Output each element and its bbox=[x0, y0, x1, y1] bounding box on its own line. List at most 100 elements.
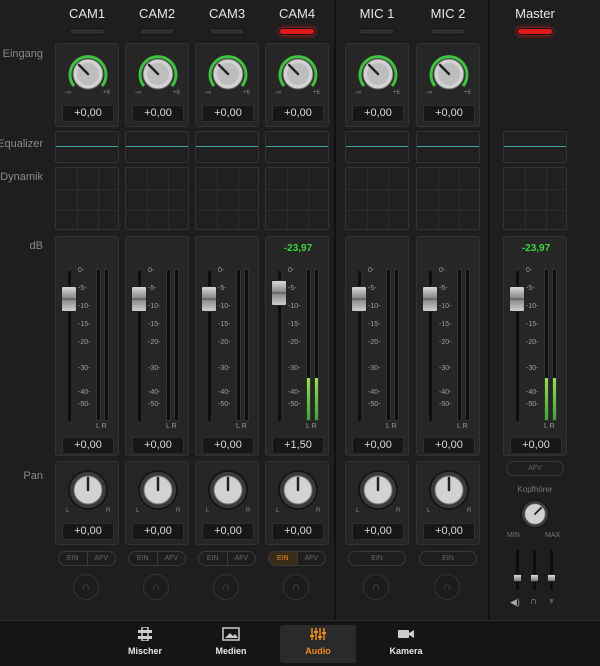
nav-tab-mischer[interactable]: Mischer bbox=[107, 625, 183, 663]
channel-cam3-input-panel: -∞ +6 +0,00 bbox=[195, 43, 259, 127]
channel-cam1-pan-knob[interactable] bbox=[66, 468, 110, 512]
channel-mic1-gain-value[interactable]: +0,00 bbox=[352, 105, 404, 122]
channel-mic1-gain-max-label: +6 bbox=[393, 90, 400, 96]
fader-scale-label: -20- bbox=[218, 339, 231, 346]
channel-cam2-pan-value[interactable]: +0,00 bbox=[132, 523, 184, 540]
channel-cam3-dynamics-display[interactable] bbox=[195, 167, 259, 230]
channel-mic2-gain-value[interactable]: +0,00 bbox=[423, 105, 475, 122]
channel-cam4-dynamics-display[interactable] bbox=[265, 167, 329, 230]
channel-cam2-pan-knob[interactable] bbox=[136, 468, 180, 512]
master-level-value[interactable]: +0,00 bbox=[510, 437, 562, 454]
headphone-mini-fader-handle[interactable] bbox=[530, 574, 539, 582]
speaker-mini-fader-handle[interactable] bbox=[513, 574, 522, 582]
fader-scale-label: -40- bbox=[218, 389, 231, 396]
headphones-volume-knob[interactable] bbox=[519, 498, 551, 530]
fader-scale-label: -50- bbox=[439, 401, 452, 408]
fader-scale-label: -20- bbox=[148, 339, 161, 346]
channel-cam4-afv-button[interactable]: AFV bbox=[296, 552, 326, 565]
master-afv-button[interactable]: AFV bbox=[506, 461, 564, 476]
channel-cam2-pan-panel: L R +0,00 bbox=[125, 461, 189, 545]
channel-cam1-level-value[interactable]: +0,00 bbox=[62, 437, 114, 454]
channel-cam4-fader-panel: -23,97 0- -5- -10- -15- -20- -30- -40- -50- L R +1… bbox=[265, 236, 329, 456]
channel-mic1-equalizer-display[interactable] bbox=[345, 131, 409, 163]
channel-mic1-ein-button[interactable]: EIN bbox=[348, 551, 406, 566]
mic-mini-fader-handle[interactable] bbox=[547, 574, 556, 582]
channel-cam4-gain-value[interactable]: +0,00 bbox=[272, 105, 324, 122]
channel-cam1-dynamics-display[interactable] bbox=[55, 167, 119, 230]
fader-scale-label: -15- bbox=[439, 321, 452, 328]
fader-scale-label: -40- bbox=[526, 389, 539, 396]
master-meter-right bbox=[552, 269, 557, 421]
channel-cam4-pan-knob[interactable] bbox=[276, 468, 320, 512]
channel-cam4-headphone-solo-button[interactable]: ∩ bbox=[283, 574, 309, 600]
fader-scale-label: -20- bbox=[368, 339, 381, 346]
master-tally-light bbox=[517, 28, 553, 35]
channel-mic1-pan-knob[interactable] bbox=[356, 468, 400, 512]
channel-cam2-headphone-solo-button[interactable]: ∩ bbox=[143, 574, 169, 600]
channel-mic1-level-value[interactable]: +0,00 bbox=[352, 437, 404, 454]
channel-cam4-pan-value[interactable]: +0,00 bbox=[272, 523, 324, 540]
channel-cam4-level-value[interactable]: +1,50 bbox=[272, 437, 324, 454]
channel-mic2-equalizer-display[interactable] bbox=[416, 131, 480, 163]
channel-cam1-pan-value[interactable]: +0,00 bbox=[62, 523, 114, 540]
headphones-icon: ∩ bbox=[292, 581, 300, 593]
channel-cam2-ein-button[interactable]: EIN bbox=[129, 552, 157, 565]
channel-cam4-fader-handle[interactable] bbox=[271, 280, 287, 306]
channel-cam3-afv-button[interactable]: AFV bbox=[226, 552, 256, 565]
channel-mic2-pan-panel: L R +0,00 bbox=[416, 461, 480, 545]
channel-mic1-dynamics-display[interactable] bbox=[345, 167, 409, 230]
channel-cam4-ein-button[interactable]: EIN bbox=[269, 552, 297, 565]
master-equalizer-display[interactable] bbox=[503, 131, 567, 163]
channel-cam4-mode-buttons: EIN AFV bbox=[268, 551, 326, 566]
channel-cam2-fader-panel: 0- -5- -10- -15- -20- -30- -40- -50- L R +0,00 bbox=[125, 236, 189, 456]
speaker-mini-fader[interactable] bbox=[516, 550, 519, 590]
channel-mic2-fader-panel: 0- -5- -10- -15- -20- -30- -40- -50- L R +0,00 bbox=[416, 236, 480, 456]
channel-mic2-input-panel: -∞ +6 +0,00 bbox=[416, 43, 480, 127]
nav-tab-medien[interactable]: Medien bbox=[193, 625, 269, 663]
channel-cam2-fader-handle[interactable] bbox=[131, 286, 147, 312]
channel-cam3-pan-knob[interactable] bbox=[206, 468, 250, 512]
channel-cam3-pan-value[interactable]: +0,00 bbox=[202, 523, 254, 540]
channel-cam1-afv-button[interactable]: AFV bbox=[86, 552, 116, 565]
channel-mic2-pan-value[interactable]: +0,00 bbox=[423, 523, 475, 540]
channel-mic1-headphone-solo-button[interactable]: ∩ bbox=[363, 574, 389, 600]
channel-cam4-equalizer-display[interactable] bbox=[265, 131, 329, 163]
nav-tab-kamera[interactable]: Kamera bbox=[368, 625, 444, 663]
channel-cam3-level-value[interactable]: +0,00 bbox=[202, 437, 254, 454]
channel-cam3-ein-button[interactable]: EIN bbox=[199, 552, 227, 565]
channel-mic1-pan-panel: L R +0,00 bbox=[345, 461, 409, 545]
channel-cam2-tally-light bbox=[139, 28, 175, 35]
channel-cam2-dynamics-display[interactable] bbox=[125, 167, 189, 230]
nav-tab-audio[interactable]: Audio bbox=[280, 625, 356, 663]
master-fader-handle[interactable] bbox=[509, 286, 525, 312]
channel-cam3-headphone-solo-button[interactable]: ∩ bbox=[213, 574, 239, 600]
channel-cam2-level-value[interactable]: +0,00 bbox=[132, 437, 184, 454]
channel-mic2-headphone-solo-button[interactable]: ∩ bbox=[434, 574, 460, 600]
headphones-icon: ∩ bbox=[222, 581, 230, 593]
mic-mini-fader[interactable] bbox=[550, 550, 553, 590]
channel-mic2-ein-button[interactable]: EIN bbox=[419, 551, 477, 566]
channel-cam1-equalizer-display[interactable] bbox=[55, 131, 119, 163]
channel-cam1-fader-handle[interactable] bbox=[61, 286, 77, 312]
channel-mic2-level-value[interactable]: +0,00 bbox=[423, 437, 475, 454]
channel-cam3-equalizer-display[interactable] bbox=[195, 131, 259, 163]
headphone-mini-fader[interactable] bbox=[533, 550, 536, 590]
channel-cam1-gain-value[interactable]: +0,00 bbox=[62, 105, 114, 122]
channel-cam1-ein-button[interactable]: EIN bbox=[59, 552, 87, 565]
channel-mic2-dynamics-display[interactable] bbox=[416, 167, 480, 230]
channel-mic2-fader-handle[interactable] bbox=[422, 286, 438, 312]
channel-cam2-gain-value[interactable]: +0,00 bbox=[132, 105, 184, 122]
nav-tab-label: Kamera bbox=[389, 646, 423, 656]
channel-mic1-fader-handle[interactable] bbox=[351, 286, 367, 312]
channel-cam2-equalizer-display[interactable] bbox=[125, 131, 189, 163]
channel-cam3-gain-value[interactable]: +0,00 bbox=[202, 105, 254, 122]
channel-cam1-headphone-solo-button[interactable]: ∩ bbox=[73, 574, 99, 600]
channel-cam3-fader-handle[interactable] bbox=[201, 286, 217, 312]
nav-tab-label: Mischer bbox=[127, 646, 162, 656]
master-dynamics-display[interactable] bbox=[503, 167, 567, 230]
channel-mic2-pan-knob[interactable] bbox=[427, 468, 471, 512]
channel-cam2-afv-button[interactable]: AFV bbox=[156, 552, 186, 565]
fader-scale-label: -50- bbox=[148, 401, 161, 408]
channel-mic1-pan-value[interactable]: +0,00 bbox=[352, 523, 404, 540]
channel-mic2-meter-lr-label: L R bbox=[457, 423, 468, 430]
